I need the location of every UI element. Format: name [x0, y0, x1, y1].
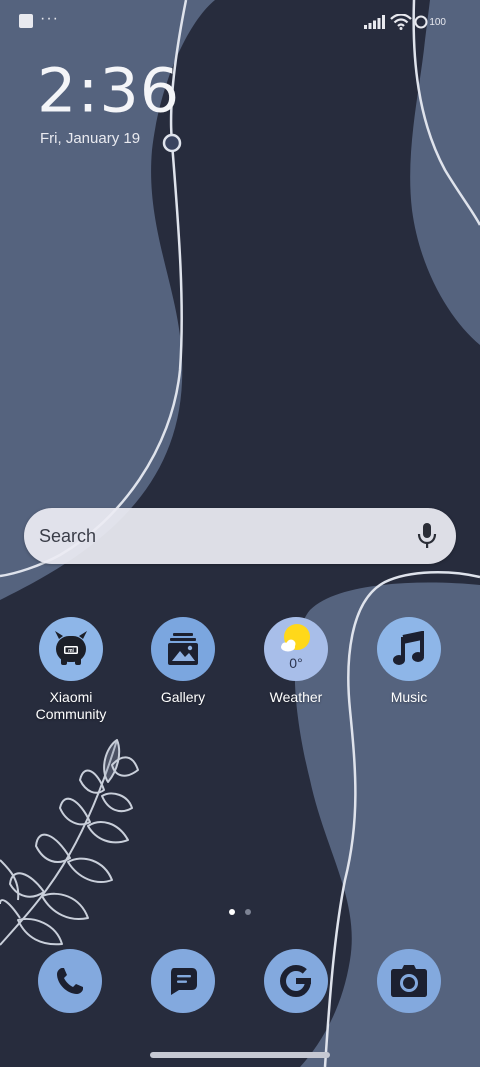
- status-indicators: 100: [364, 12, 446, 32]
- app-label: Gallery: [160, 689, 206, 705]
- microphone-icon[interactable]: [416, 522, 438, 550]
- app-label: Xiaomi Community: [15, 689, 127, 723]
- app-label: Weather: [269, 689, 323, 705]
- app-music[interactable]: Music: [353, 617, 465, 706]
- search-placeholder: Search: [39, 526, 97, 546]
- gallery-icon: [151, 617, 215, 681]
- page-dot-active: [229, 909, 235, 915]
- svg-text:mi: mi: [68, 648, 74, 654]
- music-note-icon: [377, 617, 441, 681]
- clock-time[interactable]: 2:36: [37, 56, 180, 126]
- battery-icon: [414, 15, 428, 29]
- dock-google[interactable]: [264, 949, 328, 1013]
- signal-icon: [364, 15, 386, 29]
- search-bar[interactable]: Search: [24, 508, 456, 564]
- page-dot: [245, 909, 251, 915]
- clock-date[interactable]: Fri, January 19: [40, 130, 140, 147]
- dock-messages[interactable]: [151, 949, 215, 1013]
- app-xiaomi-community[interactable]: mi Xiaomi Community: [15, 617, 127, 723]
- weather-temperature: 0°: [289, 655, 303, 671]
- app-weather[interactable]: 0° Weather: [240, 617, 352, 706]
- xiaomi-community-icon: mi: [39, 617, 103, 681]
- overflow-dots: ···: [40, 10, 59, 27]
- dock-phone[interactable]: [38, 949, 102, 1013]
- app-label: Music: [390, 689, 428, 705]
- app-label-line-1: Xiaomi: [49, 689, 93, 705]
- notification-square-icon: [19, 14, 33, 28]
- camera-icon: [391, 965, 427, 997]
- phone-icon: [57, 968, 83, 994]
- battery-level: 100: [429, 16, 446, 28]
- google-icon: [279, 964, 311, 998]
- app-gallery[interactable]: Gallery: [127, 617, 239, 706]
- weather-icon: 0°: [264, 617, 328, 681]
- app-label-line-2: Community: [35, 706, 107, 722]
- home-gesture-bar[interactable]: [150, 1052, 330, 1058]
- wifi-icon: [390, 14, 413, 30]
- messages-icon: [171, 968, 197, 995]
- dock-camera[interactable]: [377, 949, 441, 1013]
- status-bar: ··· 100: [0, 0, 480, 42]
